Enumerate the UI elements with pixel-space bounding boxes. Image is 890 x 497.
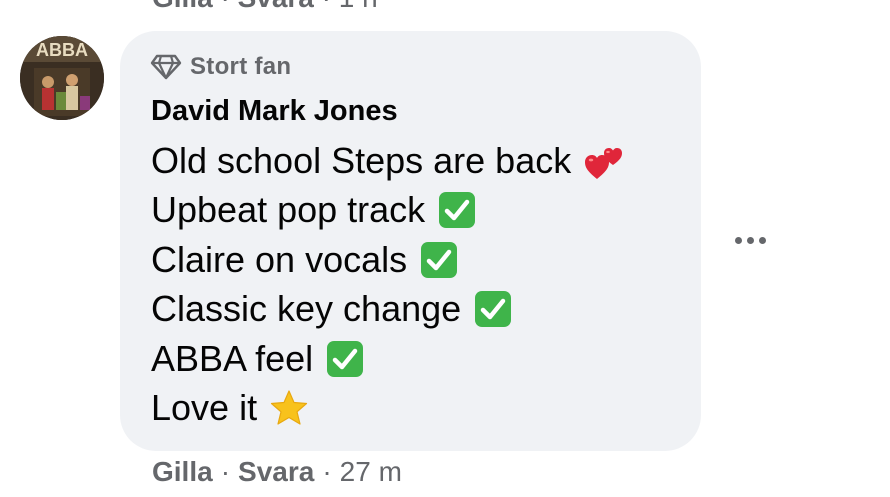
avatar-image: ABBA: [20, 36, 104, 120]
comment-line: Upbeat pop track: [151, 186, 623, 236]
previous-comment-actions: Gilla · Svara · 1 h: [152, 0, 378, 14]
badge-label: Stort fan: [190, 53, 292, 80]
diamond-icon: [150, 54, 182, 80]
comment-line-text: Old school Steps are back: [151, 139, 572, 181]
comment-line-text: Upbeat pop track: [151, 189, 426, 231]
comment-timestamp[interactable]: 27 m: [340, 456, 402, 488]
comment-line: Classic key change: [151, 285, 623, 335]
top-fan-badge: Stort fan: [150, 53, 291, 81]
comment-line: Old school Steps are back: [151, 136, 623, 186]
previous-reply-link[interactable]: Svara: [238, 0, 314, 13]
author-name[interactable]: David Mark Jones: [151, 95, 398, 128]
check-mark-button-icon: [419, 240, 459, 280]
star-icon: [269, 388, 309, 428]
separator-dot: ·: [322, 456, 332, 487]
comment-line-text: Love it: [151, 387, 258, 429]
check-mark-button-icon: [473, 289, 513, 329]
comment-line-text: Classic key change: [151, 288, 462, 330]
like-link[interactable]: Gilla: [152, 456, 213, 488]
separator-dot: ·: [220, 456, 231, 487]
comment-line-text: Claire on vocals: [151, 238, 408, 280]
comment-line: ABBA feel: [151, 334, 623, 384]
dot-icon: [746, 236, 754, 244]
comment-line: Love it: [151, 384, 623, 434]
more-options-button[interactable]: [730, 226, 770, 254]
previous-timestamp: 1 h: [339, 0, 378, 13]
reply-link[interactable]: Svara: [238, 456, 314, 488]
svg-text:ABBA: ABBA: [36, 40, 88, 60]
comment-line: Claire on vocals: [151, 235, 623, 285]
previous-like-link[interactable]: Gilla: [152, 0, 213, 13]
avatar[interactable]: ABBA: [20, 36, 104, 120]
check-mark-button-icon: [437, 190, 477, 230]
comment-body: Old school Steps are back Upbeat pop tra…: [151, 136, 623, 433]
comment-bubble: Stort fan David Mark Jones Old school St…: [120, 31, 701, 451]
separator-dot: ·: [220, 0, 237, 13]
comment-actions: Gilla · Svara · 27 m: [152, 456, 402, 488]
comment-line-text: ABBA feel: [151, 337, 314, 379]
dot-icon: [758, 236, 766, 244]
dot-icon: [734, 236, 742, 244]
check-mark-button-icon: [325, 339, 365, 379]
separator-dot: ·: [322, 0, 339, 13]
two-hearts-icon: [583, 141, 623, 181]
